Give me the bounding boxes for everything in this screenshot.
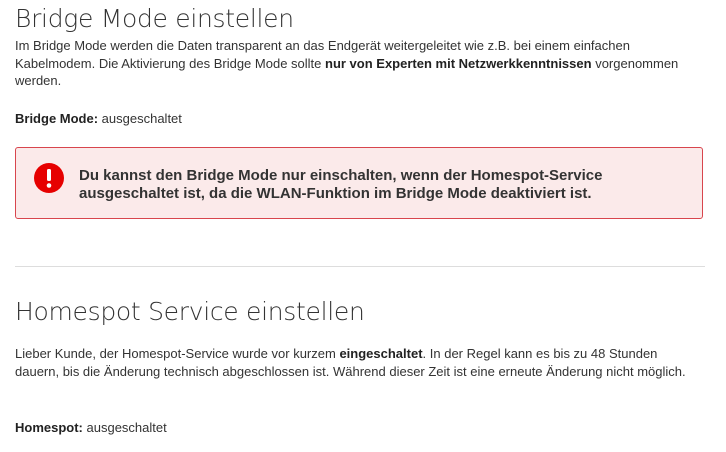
bridge-mode-status: Bridge Mode: ausgeschaltet (15, 110, 182, 127)
section-divider (15, 266, 705, 267)
bridge-mode-alert-text: Du kannst den Bridge Mode nur einschalte… (79, 167, 603, 202)
bridge-mode-alert: Du kannst den Bridge Mode nur einschalte… (15, 147, 703, 219)
homespot-status-label: Homespot: (15, 420, 83, 435)
bridge-mode-status-label: Bridge Mode: (15, 111, 99, 126)
homespot-description-bold: eingeschaltet (339, 346, 423, 361)
homespot-status-value: ausgeschaltet (82, 420, 167, 435)
bridge-mode-status-value: ausgeschaltet (98, 111, 182, 126)
homespot-status: Homespot: ausgeschaltet (15, 419, 167, 436)
homespot-description: Lieber Kunde, der Homespot-Service wurde… (15, 345, 705, 380)
bridge-mode-description-bold: nur von Experten mit Netzwerkkenntnissen (325, 55, 592, 71)
exclamation-circle-icon (34, 163, 64, 193)
bridge-mode-description: Im Bridge Mode werden die Daten transpar… (15, 37, 705, 90)
homespot-description-text: Lieber Kunde, der Homespot-Service wurde… (15, 346, 340, 361)
homespot-title: Homespot Service einstellen (15, 297, 365, 326)
bridge-mode-title: Bridge Mode einstellen (15, 4, 294, 33)
